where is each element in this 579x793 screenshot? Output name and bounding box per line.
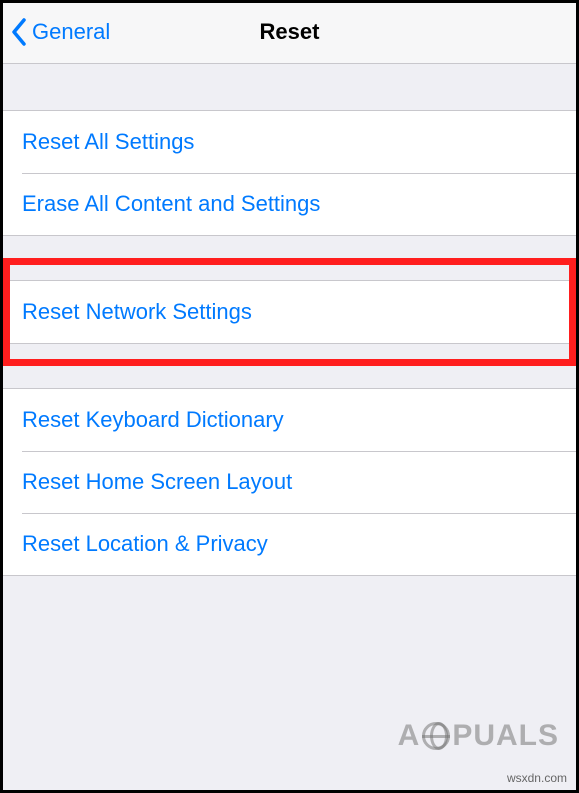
globe-icon [422, 722, 450, 750]
reset-group-1: Reset All Settings Erase All Content and… [0, 110, 579, 236]
reset-home-screen-layout[interactable]: Reset Home Screen Layout [0, 451, 579, 513]
watermark-prefix: A [398, 719, 421, 753]
reset-group-2: Reset Network Settings [0, 280, 579, 344]
site-credit: wsxdn.com [507, 771, 567, 785]
reset-network-settings[interactable]: Reset Network Settings [0, 281, 579, 343]
list-item-label: Reset All Settings [22, 129, 194, 154]
navigation-bar: General Reset [0, 0, 579, 64]
reset-all-settings[interactable]: Reset All Settings [0, 111, 579, 173]
back-label: General [32, 19, 110, 45]
reset-group-3: Reset Keyboard Dictionary Reset Home Scr… [0, 388, 579, 576]
list-item-label: Erase All Content and Settings [22, 191, 320, 216]
list-item-label: Reset Home Screen Layout [22, 469, 292, 494]
erase-all-content[interactable]: Erase All Content and Settings [0, 173, 579, 235]
list-item-label: Reset Keyboard Dictionary [22, 407, 284, 432]
reset-keyboard-dictionary[interactable]: Reset Keyboard Dictionary [0, 389, 579, 451]
list-item-label: Reset Location & Privacy [22, 531, 268, 556]
chevron-left-icon [10, 18, 28, 46]
watermark-suffix: PUALS [452, 719, 559, 753]
reset-location-privacy[interactable]: Reset Location & Privacy [0, 513, 579, 575]
back-button[interactable]: General [10, 18, 110, 46]
list-item-label: Reset Network Settings [22, 299, 252, 324]
watermark-logo: A PUALS [398, 719, 559, 753]
page-title: Reset [260, 19, 320, 45]
